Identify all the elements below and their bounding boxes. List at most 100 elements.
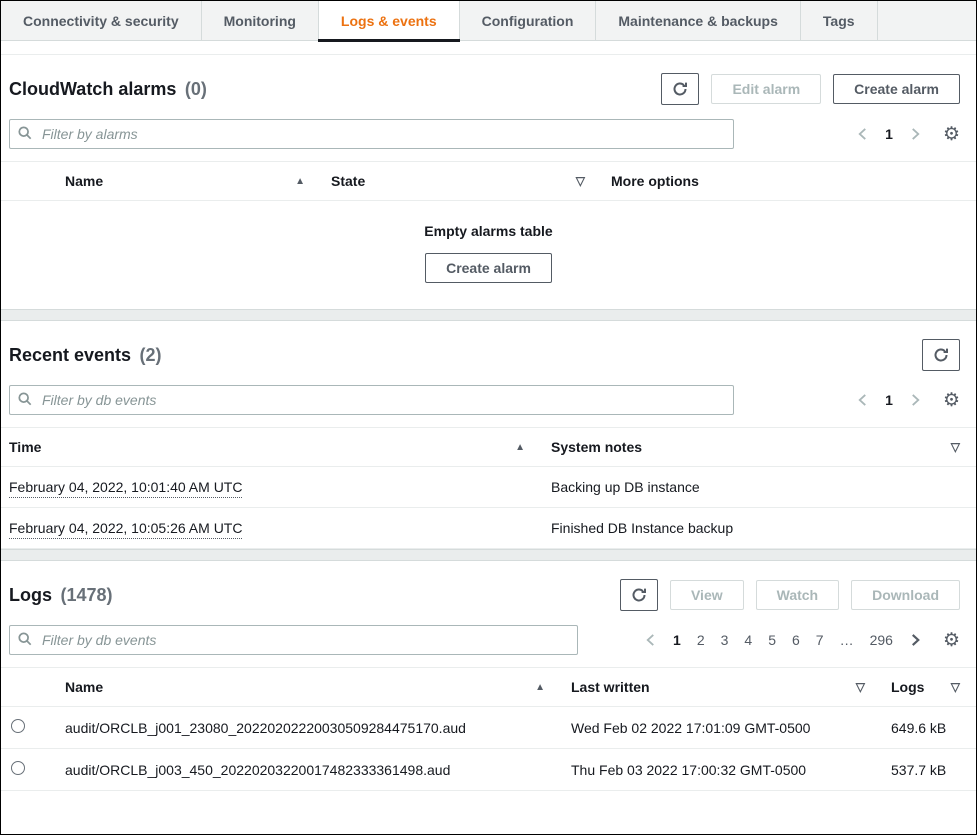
alarms-prev-page-icon[interactable]	[855, 124, 870, 144]
watch-log-button[interactable]: Watch	[756, 580, 839, 610]
logs-filter-input[interactable]	[9, 625, 578, 655]
logs-page-5[interactable]: 5	[767, 630, 777, 650]
event-time: February 04, 2022, 10:05:26 AM UTC	[1, 508, 541, 549]
logs-table: Name▲ Last written▽ Logs▽ audit/ORCLB_j0…	[1, 667, 976, 791]
alarms-settings-gear-icon[interactable]: ⚙	[943, 125, 960, 144]
logs-page-2[interactable]: 2	[696, 630, 706, 650]
alarms-col-more-options[interactable]: More options	[601, 162, 976, 201]
event-note: Backing up DB instance	[541, 467, 976, 508]
event-row: February 04, 2022, 10:01:40 AM UTC Backi…	[1, 467, 976, 508]
tab-monitoring[interactable]: Monitoring	[202, 1, 319, 40]
recent-events-section: Recent events (2)	[1, 321, 976, 549]
sort-ascending-icon[interactable]: ▲	[515, 442, 525, 453]
events-col-system-notes[interactable]: System notes▽	[541, 428, 976, 467]
search-icon	[18, 126, 32, 145]
events-next-page-icon[interactable]	[908, 390, 923, 410]
logs-page-ellipsis: …	[839, 630, 855, 650]
event-time: February 04, 2022, 10:01:40 AM UTC	[1, 467, 541, 508]
sort-descending-icon[interactable]: ▽	[951, 680, 960, 694]
log-size: 537.7 kB	[881, 749, 976, 791]
log-file-name: audit/ORCLB_j003_450_2022020322001748233…	[55, 749, 561, 791]
logs-page-6[interactable]: 6	[791, 630, 801, 650]
logs-section: Logs (1478) View Watch Download	[1, 561, 976, 791]
events-col-time[interactable]: Time▲	[1, 428, 541, 467]
log-size: 649.6 kB	[881, 707, 976, 749]
events-settings-gear-icon[interactable]: ⚙	[943, 391, 960, 410]
alarms-page-number[interactable]: 1	[884, 124, 894, 144]
logs-filter	[9, 625, 578, 655]
view-log-button[interactable]: View	[670, 580, 744, 610]
logs-page-7[interactable]: 7	[815, 630, 825, 650]
alarms-empty-create-button[interactable]: Create alarm	[425, 253, 552, 283]
create-alarm-button[interactable]: Create alarm	[833, 74, 960, 104]
events-count: (2)	[140, 345, 162, 365]
refresh-icon	[631, 587, 647, 603]
sort-descending-icon[interactable]: ▽	[856, 680, 865, 694]
log-row-radio[interactable]	[11, 761, 25, 775]
section-separator	[1, 549, 976, 561]
logs-next-page-icon[interactable]	[908, 630, 923, 650]
event-row: February 04, 2022, 10:05:26 AM UTC Finis…	[1, 508, 976, 549]
alarms-refresh-button[interactable]	[661, 73, 699, 105]
logs-pagination: 1 2 3 4 5 6 7 … 296 ⚙	[643, 630, 960, 650]
section-separator	[1, 309, 976, 321]
alarms-filter	[9, 119, 734, 149]
events-pagination: 1 ⚙	[855, 390, 960, 410]
events-table: Time▲ System notes▽ February 04, 2022, 1…	[1, 427, 976, 549]
log-row: audit/ORCLB_j003_450_2022020322001748233…	[1, 749, 976, 791]
alarms-col-state[interactable]: State▽	[321, 162, 601, 201]
refresh-icon	[933, 347, 949, 363]
logs-col-last-written[interactable]: Last written▽	[561, 668, 881, 707]
rds-instance-detail-page: Connectivity & security Monitoring Logs …	[0, 0, 977, 835]
alarms-next-page-icon[interactable]	[908, 124, 923, 144]
tab-logs-events[interactable]: Logs & events	[319, 1, 460, 40]
logs-prev-page-icon[interactable]	[643, 630, 658, 650]
sort-ascending-icon[interactable]: ▲	[295, 176, 305, 187]
events-section-title: Recent events (2)	[9, 345, 162, 366]
alarms-pagination: 1 ⚙	[855, 124, 960, 144]
detail-tabbar: Connectivity & security Monitoring Logs …	[1, 1, 976, 41]
logs-page-4[interactable]: 4	[743, 630, 753, 650]
log-last-written: Wed Feb 02 2022 17:01:09 GMT-0500	[561, 707, 881, 749]
alarms-empty-text: Empty alarms table	[1, 223, 976, 239]
logs-count: (1478)	[60, 585, 112, 605]
events-refresh-button[interactable]	[922, 339, 960, 371]
logs-refresh-button[interactable]	[620, 579, 658, 611]
alarms-count: (0)	[185, 79, 207, 99]
sort-descending-icon[interactable]: ▽	[576, 174, 585, 188]
events-prev-page-icon[interactable]	[855, 390, 870, 410]
log-last-written: Thu Feb 03 2022 17:00:32 GMT-0500	[561, 749, 881, 791]
search-icon	[18, 392, 32, 411]
logs-col-name[interactable]: Name▲	[55, 668, 561, 707]
sort-ascending-icon[interactable]: ▲	[535, 682, 545, 693]
logs-page-296[interactable]: 296	[869, 630, 894, 650]
sort-descending-icon[interactable]: ▽	[951, 440, 960, 454]
alarms-section-title: CloudWatch alarms (0)	[9, 79, 207, 100]
download-log-button[interactable]: Download	[851, 580, 960, 610]
logs-page-1[interactable]: 1	[672, 630, 682, 650]
events-table-header: Time▲ System notes▽	[1, 428, 976, 467]
log-row: audit/ORCLB_j001_23080_20220202220030509…	[1, 707, 976, 749]
search-icon	[18, 632, 32, 651]
header-spacer	[1, 41, 976, 55]
events-filter-input[interactable]	[9, 385, 734, 415]
logs-col-logs[interactable]: Logs▽	[881, 668, 976, 707]
events-page-number[interactable]: 1	[884, 390, 894, 410]
cloudwatch-alarms-section: CloudWatch alarms (0) Edit alarm Create …	[1, 55, 976, 309]
alarms-filter-input[interactable]	[9, 119, 734, 149]
logs-table-header: Name▲ Last written▽ Logs▽	[1, 668, 976, 707]
alarms-empty-state: Empty alarms table Create alarm	[1, 201, 976, 309]
alarms-table: Name▲ State▽ More options	[1, 161, 976, 201]
logs-settings-gear-icon[interactable]: ⚙	[943, 631, 960, 650]
tab-connectivity-security[interactable]: Connectivity & security	[1, 1, 202, 40]
log-row-radio[interactable]	[11, 719, 25, 733]
event-note: Finished DB Instance backup	[541, 508, 976, 549]
alarms-col-name[interactable]: Name▲	[55, 162, 321, 201]
tab-configuration[interactable]: Configuration	[460, 1, 597, 40]
edit-alarm-button[interactable]: Edit alarm	[711, 74, 821, 104]
alarms-table-header: Name▲ State▽ More options	[1, 162, 976, 201]
tab-maintenance-backups[interactable]: Maintenance & backups	[596, 1, 801, 40]
tab-tags[interactable]: Tags	[801, 1, 878, 40]
logs-page-3[interactable]: 3	[720, 630, 730, 650]
logs-section-title: Logs (1478)	[9, 585, 112, 606]
